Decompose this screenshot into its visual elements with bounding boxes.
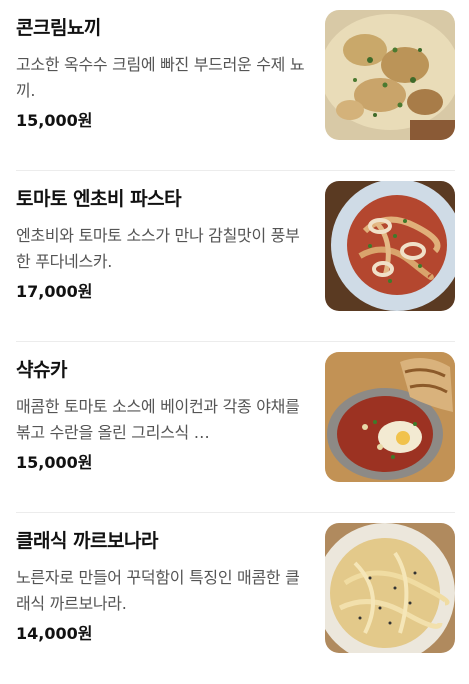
menu-list: 콘크림뇨끼 고소한 옥수수 크림에 빠진 부드러운 수제 뇨끼. 15,000원 [0,0,469,684]
menu-item-text: 클래식 까르보나라 노른자로 만들어 꾸덕함이 특징인 매콤한 클래식 까르보나… [16,527,308,645]
menu-item-name: 콘크림뇨끼 [16,17,101,39]
menu-item-text: 샥슈카 매콤한 토마토 소스에 베이컨과 각종 야채를 볶고 수란을 올린 그리… [16,356,308,474]
menu-item-name: 클래식 까르보나라 [16,530,158,552]
menu-item-text: 콘크림뇨끼 고소한 옥수수 크림에 빠진 부드러운 수제 뇨끼. 15,000원 [16,14,308,132]
menu-item-description: 노른자로 만들어 꾸덕함이 특징인 매콤한 클래식 까르보나라. [16,568,300,613]
tomato-anchovy-pasta-photo[interactable] [325,181,455,311]
menu-item-tomato-anchovy-pasta[interactable]: 토마토 엔초비 파스타 엔초비와 토마토 소스가 만나 감칠맛이 풍부한 푸다네… [16,171,455,342]
menu-item-price: 15,000원 [16,453,93,472]
menu-item-price: 14,000원 [16,624,93,643]
menu-item-description: 매콤한 토마토 소스에 베이컨과 각종 야채를 볶고 수란을 올린 그리스식 … [16,397,300,442]
menu-item-name: 샥슈카 [16,359,67,381]
menu-item-price: 17,000원 [16,282,93,301]
menu-item-carbonara[interactable]: 클래식 까르보나라 노른자로 만들어 꾸덕함이 특징인 매콤한 클래식 까르보나… [16,513,455,684]
menu-item-price: 15,000원 [16,111,93,130]
menu-item-name: 토마토 엔초비 파스타 [16,188,182,210]
cream-gnocchi-photo[interactable] [325,10,455,140]
carbonara-photo[interactable] [325,523,455,653]
menu-item-shakshuka[interactable]: 샥슈카 매콤한 토마토 소스에 베이컨과 각종 야채를 볶고 수란을 올린 그리… [16,342,455,513]
menu-item-text: 토마토 엔초비 파스타 엔초비와 토마토 소스가 만나 감칠맛이 풍부한 푸다네… [16,185,308,303]
menu-item-description: 고소한 옥수수 크림에 빠진 부드러운 수제 뇨끼. [16,55,305,100]
shakshuka-photo[interactable] [325,352,455,482]
menu-item-cream-gnocchi[interactable]: 콘크림뇨끼 고소한 옥수수 크림에 빠진 부드러운 수제 뇨끼. 15,000원 [16,0,455,171]
menu-item-description: 엔초비와 토마토 소스가 만나 감칠맛이 풍부한 푸다네스카. [16,226,300,271]
